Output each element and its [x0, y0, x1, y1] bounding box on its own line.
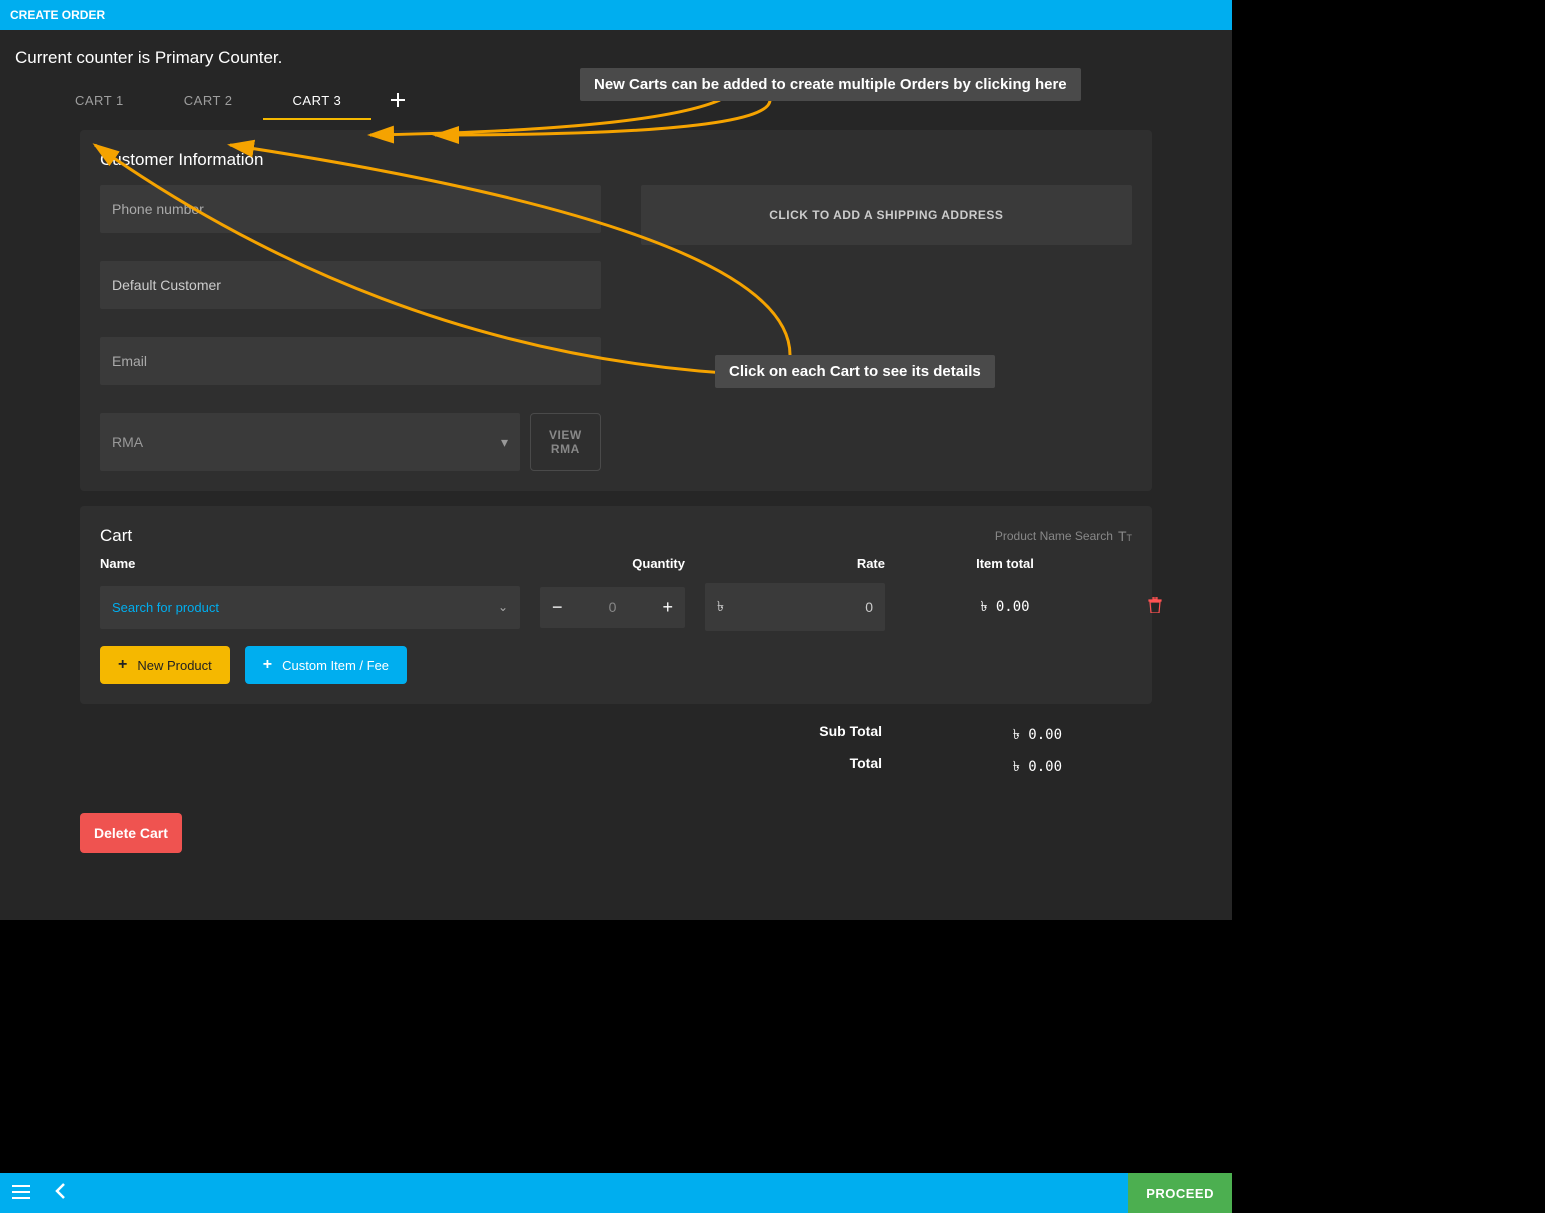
bottom-bar: PROCEED — [0, 1173, 1232, 1213]
product-search-placeholder: Search for product — [112, 600, 219, 615]
delete-row-button[interactable] — [1125, 597, 1185, 618]
col-name: Name — [100, 556, 520, 571]
cart-columns: Name Quantity Rate Item total — [100, 556, 1132, 571]
plus-icon: + — [263, 656, 272, 674]
col-rate: Rate — [705, 556, 885, 571]
new-product-label: New Product — [137, 658, 211, 673]
plus-icon — [391, 93, 405, 107]
col-qty: Quantity — [540, 556, 685, 571]
qty-minus-button[interactable]: − — [552, 597, 563, 618]
phone-input[interactable] — [100, 185, 601, 233]
rate-value: 0 — [865, 599, 873, 615]
rate-currency: ৳ — [717, 595, 724, 619]
cart-panel: Cart Product Name Search TT Name Quantit… — [80, 506, 1152, 704]
custom-item-button[interactable]: + Custom Item / Fee — [245, 646, 407, 684]
chevron-down-icon: ⌄ — [498, 600, 508, 614]
subtotal-value: ৳ 0.00 — [982, 723, 1062, 747]
quantity-stepper: − 0 + — [540, 587, 685, 628]
customer-name-input[interactable] — [100, 261, 601, 309]
plus-icon: + — [118, 656, 127, 674]
menu-icon[interactable] — [12, 1183, 30, 1204]
add-cart-button[interactable] — [371, 86, 425, 117]
customer-section-title: Customer Information — [100, 150, 1132, 170]
cart-section-title: Cart — [100, 526, 132, 546]
subtotal-label: Sub Total — [819, 723, 882, 747]
delete-cart-button[interactable]: Delete Cart — [80, 813, 182, 853]
text-format-icon: TT — [1118, 528, 1132, 544]
page-title: CREATE ORDER — [10, 8, 105, 22]
tab-cart-3[interactable]: CART 3 — [263, 83, 372, 120]
proceed-button[interactable]: PROCEED — [1128, 1173, 1232, 1213]
custom-item-label: Custom Item / Fee — [282, 658, 389, 673]
customer-panel: Customer Information RMA ▾ VIEW RMA CLIC… — [80, 130, 1152, 491]
qty-value: 0 — [609, 599, 617, 615]
email-input[interactable] — [100, 337, 601, 385]
annotation-click-cart: Click on each Cart to see its details — [715, 355, 995, 388]
new-product-button[interactable]: + New Product — [100, 646, 230, 684]
tab-cart-2[interactable]: CART 2 — [154, 83, 263, 120]
rma-select[interactable]: RMA ▾ — [100, 413, 520, 471]
hamburger-icon — [12, 1185, 30, 1199]
top-bar: CREATE ORDER — [0, 0, 1232, 30]
chevron-left-icon — [55, 1183, 65, 1199]
add-shipping-button[interactable]: CLICK TO ADD A SHIPPING ADDRESS — [641, 185, 1132, 245]
totals-section: Sub Total ৳ 0.00 Total ৳ 0.00 — [80, 719, 1152, 783]
caret-down-icon: ▾ — [501, 434, 508, 451]
rate-input[interactable]: ৳ 0 — [705, 583, 885, 631]
search-mode-label: Product Name Search — [995, 529, 1113, 543]
back-button[interactable] — [55, 1183, 65, 1204]
shipping-label: CLICK TO ADD A SHIPPING ADDRESS — [769, 208, 1003, 222]
qty-plus-button[interactable]: + — [662, 597, 673, 618]
search-mode-toggle[interactable]: Product Name Search TT — [995, 528, 1132, 544]
total-label: Total — [850, 755, 882, 779]
view-rma-button[interactable]: VIEW RMA — [530, 413, 601, 471]
col-total: Item total — [905, 556, 1105, 571]
main-area: Current counter is Primary Counter. CART… — [0, 30, 1232, 920]
annotation-add-cart: New Carts can be added to create multipl… — [580, 68, 1081, 101]
total-value: ৳ 0.00 — [982, 755, 1062, 779]
trash-icon — [1148, 597, 1162, 613]
rma-placeholder: RMA — [112, 434, 143, 450]
product-search[interactable]: Search for product ⌄ — [100, 586, 520, 629]
cart-row: Search for product ⌄ − 0 + ৳ 0 ৳ 0.00 — [100, 583, 1132, 631]
tab-cart-1[interactable]: CART 1 — [45, 83, 154, 120]
item-total: ৳ 0.00 — [905, 595, 1105, 619]
